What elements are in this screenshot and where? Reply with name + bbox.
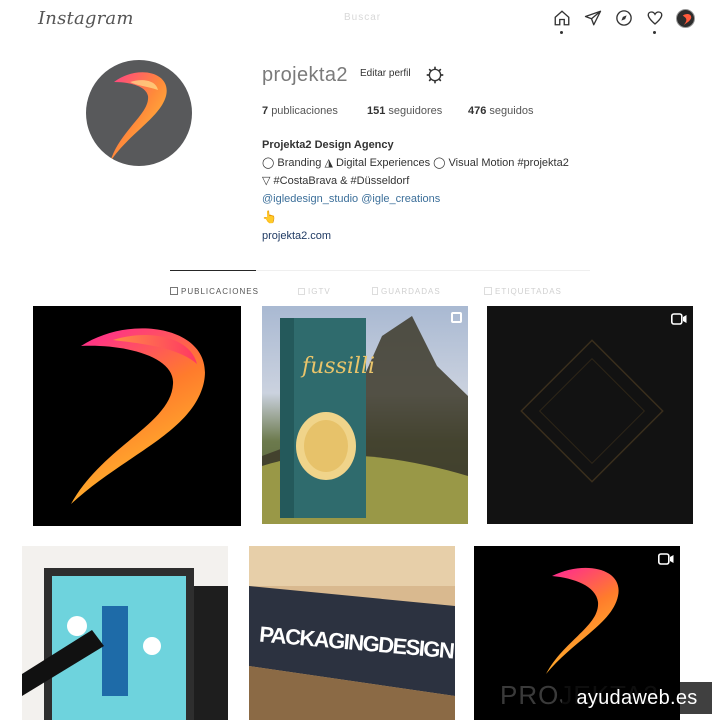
activity-heart-icon[interactable] <box>645 8 665 34</box>
bio-full-name: Projekta2 Design Agency <box>262 139 394 151</box>
bio-line-locations: ▽ #CostaBrava & #Düsseldorf <box>262 175 410 187</box>
profile-username: projekta2 <box>262 64 348 86</box>
watermark-label: ayudaweb.es <box>562 682 712 714</box>
followers-number: 151 <box>367 105 386 117</box>
posts-number: 7 <box>262 105 269 117</box>
following-number: 476 <box>468 105 487 117</box>
profile-bio: Projekta2 Design Agency ◯ Branding ◮ Dig… <box>262 136 622 245</box>
home-icon[interactable] <box>552 8 572 34</box>
posts-label: publicaciones <box>271 105 338 117</box>
search-placeholder[interactable]: Buscar <box>344 12 381 23</box>
fussilli-label: fussilli <box>302 354 376 379</box>
bookmark-icon <box>372 287 378 295</box>
tab-label: ETIQUETADAS <box>495 287 562 296</box>
instagram-logo[interactable]: Instagram <box>38 8 134 29</box>
followers-label: seguidores <box>388 105 443 117</box>
settings-gear-icon[interactable] <box>426 66 444 84</box>
post-tile-logo[interactable] <box>33 306 241 526</box>
tab-label: IGTV <box>308 287 331 296</box>
edit-profile-button[interactable]: Editar perfil <box>356 66 415 81</box>
tab-guardadas[interactable]: GUARDADAS <box>372 287 441 296</box>
video-camera-icon <box>671 312 687 330</box>
following-label: seguidos <box>489 105 534 117</box>
direct-message-icon[interactable] <box>583 8 603 28</box>
igtv-icon <box>298 288 305 295</box>
bio-mentions[interactable]: @igledesign_studio @igle_creations <box>262 190 622 208</box>
profile-avatar[interactable] <box>86 60 192 166</box>
tab-igtv[interactable]: IGTV <box>298 287 331 296</box>
multiple-images-icon <box>451 312 462 323</box>
post-tile-dark-diamond[interactable] <box>487 306 693 524</box>
followers-count[interactable]: 151 seguidores <box>367 105 442 117</box>
video-camera-icon <box>658 552 674 570</box>
posts-count: 7 publicaciones <box>262 105 338 117</box>
active-tab-indicator <box>170 270 256 271</box>
pointing-hand-emoji: 👆 <box>262 210 277 224</box>
explore-compass-icon[interactable] <box>614 8 634 28</box>
tag-person-icon <box>484 287 492 295</box>
bio-website-link[interactable]: projekta2.com <box>262 227 622 245</box>
grid-icon <box>170 287 178 295</box>
profile-avatar-icon[interactable] <box>676 9 695 28</box>
tab-label: GUARDADAS <box>381 287 441 296</box>
post-tile-packaging[interactable]: PACKAGINGDESIGN <box>249 546 455 720</box>
tab-etiquetadas[interactable]: ETIQUETADAS <box>484 287 562 296</box>
tab-publicaciones[interactable]: PUBLICACIONES <box>170 287 259 296</box>
top-navigation-bar: Instagram Buscar <box>0 0 720 38</box>
post-tile-fussilli[interactable]: fussilli <box>262 306 468 524</box>
post-tile-poster[interactable] <box>22 546 228 720</box>
bio-line-services: ◯ Branding ◮ Digital Experiences ◯ Visua… <box>262 157 569 169</box>
following-count[interactable]: 476 seguidos <box>468 105 533 117</box>
tab-label: PUBLICACIONES <box>181 287 259 296</box>
